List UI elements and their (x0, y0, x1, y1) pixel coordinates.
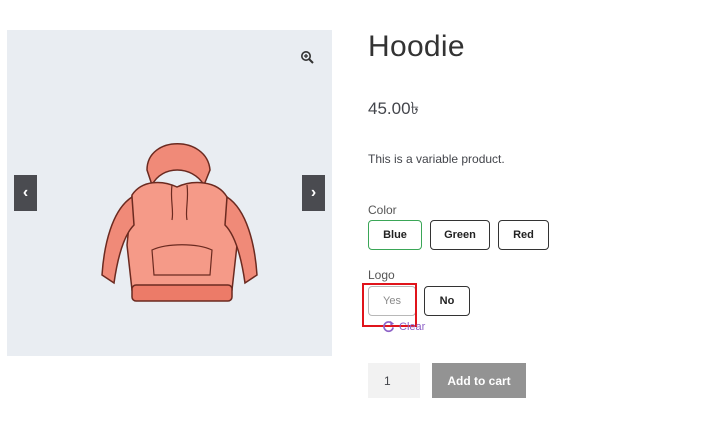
clear-link[interactable]: Clear (382, 320, 425, 333)
color-option-green[interactable]: Green (430, 220, 490, 250)
clear-label: Clear (399, 320, 426, 333)
color-label: Color (368, 203, 397, 217)
chevron-left-icon: ‹ (22, 184, 29, 201)
product-title: Hoodie (368, 30, 465, 63)
gallery-prev-button[interactable]: ‹ (14, 175, 37, 211)
logo-label: Logo (368, 268, 395, 282)
product-description: This is a variable product. (368, 152, 505, 166)
add-to-cart-button[interactable]: Add to cart (432, 363, 526, 398)
product-price: 45.00৳ (368, 99, 420, 118)
color-option-blue[interactable]: Blue (368, 220, 422, 250)
refresh-icon (383, 320, 395, 333)
zoom-icon[interactable] (300, 50, 314, 64)
gallery-next-button[interactable]: › (302, 175, 325, 211)
product-gallery (7, 30, 332, 356)
hoodie-image (101, 143, 258, 302)
logo-option-yes[interactable]: Yes (368, 286, 416, 316)
chevron-right-icon: › (310, 184, 317, 201)
logo-option-no[interactable]: No (424, 286, 470, 316)
color-option-red[interactable]: Red (498, 220, 549, 250)
quantity-input[interactable] (368, 363, 420, 398)
